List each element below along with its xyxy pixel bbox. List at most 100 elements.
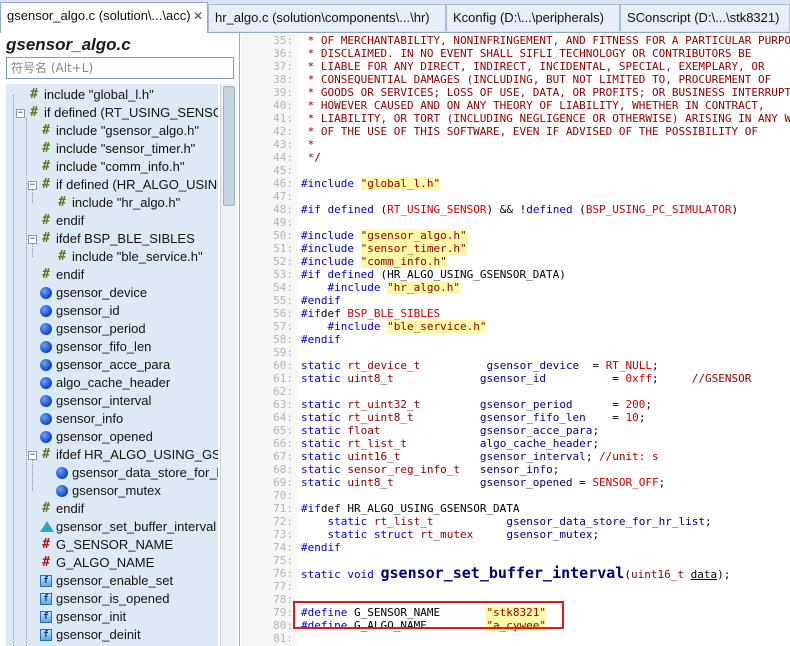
tab-kconfig[interactable]: Kconfig (D:\...\peripherals) [446,4,620,31]
outline-item[interactable]: gsensor_mutex [6,482,218,500]
outline-item-label: gsensor_opened [56,429,153,444]
outline-item[interactable]: − # if defined (HR_ALGO_USING_ [6,176,218,194]
tab-gsensor-algo[interactable]: gsensor_algo.c (solution\...\acc) ✕ [0,2,208,33]
outline-item[interactable]: # include "sensor_timer.h" [6,140,218,158]
outline-item-label: gsensor_init [56,609,127,624]
code-text: * GOODS OR SERVICES; LOSS OF USE, DATA, … [301,86,790,99]
outline-item[interactable]: gsensor_acce_para [6,356,218,374]
collapse-toggle-icon[interactable]: − [28,181,37,190]
outline-scrollbar[interactable] [220,84,237,646]
include-icon: # [58,195,66,210]
outline-item[interactable]: gsensor_fifo_len [6,338,218,356]
line-number: 54: [273,281,293,294]
symbol-panel: gsensor_algo.c 符号名 (Alt+L) # include "glo… [0,33,240,646]
line-number: 65: [273,424,293,437]
line-number: 49: [273,216,293,229]
line-number: 52: [273,255,293,268]
outline-item[interactable]: # endif [6,212,218,230]
line-number: 75: [273,554,293,567]
outline-item[interactable]: algo_cache_header [6,374,218,392]
outline-item[interactable]: gsensor_period [6,320,218,338]
code-line: 54: #include "hr_algo.h" [241,281,790,294]
symbol-outline: # include "global_l.h" − # if defined (RT_US… [6,84,218,646]
tab-label: SConscript (D:\...\stk8321) [627,10,780,25]
outline-item[interactable]: # G_ALGO_NAME [6,554,218,572]
collapse-toggle-icon[interactable]: − [28,235,37,244]
code-text: static uint8_t gsensor_opened = SENSOR_O… [301,476,666,489]
outline-item[interactable]: # include "gsensor_algo.h" [6,122,218,140]
code-text: * HOWEVER CAUSED AND ON ANY THEORY OF LI… [301,99,765,112]
outline-item[interactable]: f gsensor_enable_set [6,572,218,590]
code-line: 48: #if defined (RT_USING_SENSOR) && !def… [241,203,790,216]
line-number: 72: [273,515,293,528]
line-number: 41: [273,112,293,125]
outline-item[interactable]: # G_SENSOR_NAME [6,536,218,554]
code-text: #if defined (RT_USING_SENSOR) && !define… [301,203,739,216]
collapse-toggle-icon[interactable]: − [16,109,25,118]
outline-item[interactable]: # include "hr_algo.h" [6,194,218,212]
outline-item[interactable]: − # if defined (RT_USING_SENSOR) [6,104,218,122]
outline-item[interactable]: gsensor_set_buffer_interval [6,518,218,536]
function-icon: f [40,611,52,623]
code-text: static rt_device_t gsensor_device = RT_N… [301,359,659,372]
outline-item[interactable]: f gsensor_deinit [6,626,218,644]
code-line: 50: #include "gsensor_algo.h" [241,229,790,242]
outline-item-label: ifdef BSP_BLE_SIBLES [56,231,195,246]
outline-item[interactable]: sensor_info [6,410,218,428]
tab-sconscript[interactable]: SConscript (D:\...\stk8321) [620,4,790,31]
outline-item[interactable]: −# ifdef HR_ALGO_USING_GSEN [6,446,218,464]
code-text: static sensor_reg_info_t sensor_info; [301,463,560,476]
variable-icon [40,323,52,335]
outline-item[interactable]: # include "global_l.h" [6,86,218,104]
outline-item[interactable]: # endif [6,500,218,518]
variable-icon [40,395,52,407]
line-number: 66: [273,437,293,450]
outline-item[interactable]: gsensor_opened [6,428,218,446]
outline-item-label: endif [56,213,85,228]
outline-item[interactable]: gsensor_interval [6,392,218,410]
outline-item[interactable]: gsensor_data_store_for_hr [6,464,218,482]
define-icon: # [42,555,50,570]
outline-item-label: G_ALGO_NAME [56,555,155,570]
outline-item-label: endif [56,501,85,516]
code-line: 41: * LIABILITY, OR TORT (INCLUDING NEGL… [241,112,790,125]
outline-item[interactable]: gsensor_id [6,302,218,320]
symbol-search-input[interactable]: 符号名 (Alt+L) [6,57,234,79]
variable-icon [56,467,68,479]
tab-label: Kconfig (D:\...\peripherals) [453,10,605,25]
line-number: 51: [273,242,293,255]
outline-item[interactable]: # endif [6,266,218,284]
outline-item-label: gsensor_is_opened [56,591,170,606]
line-number: 57: [273,320,293,333]
code-text: #include "sensor_timer.h" [301,242,467,255]
outline-item[interactable]: − # ifdef BSP_BLE_SIBLES [6,230,218,248]
collapse-toggle-icon[interactable]: − [28,451,37,460]
outline-item[interactable]: f gsensor_init [6,608,218,626]
outline-item[interactable]: # include "comm_info.h" [6,158,218,176]
outline-item[interactable]: gsensor_device [6,284,218,302]
outline-item[interactable]: # include "ble_service.h" [6,248,218,266]
function-icon: f [40,629,52,641]
code-text: * LIABLE FOR ANY DIRECT, INDIRECT, INCID… [301,60,765,73]
line-number: 81: [273,632,293,645]
line-number: 56: [273,307,293,320]
symbol-tree: # include "global_l.h" − # if defined (RT_US… [6,84,218,646]
code-text: */ [301,151,321,164]
code-line: 44: */ [241,151,790,164]
line-number: 63: [273,398,293,411]
include-icon: # [42,501,50,516]
code-line: 62: [241,385,790,398]
line-number: 35: [273,34,293,47]
line-number: 37: [273,60,293,73]
outline-item[interactable]: f gsensor_is_opened [6,590,218,608]
line-number: 60: [273,359,293,372]
outline-item-label: include "global_l.h" [44,87,154,102]
line-number: 42: [273,125,293,138]
scrollbar-thumb[interactable] [223,86,235,206]
code-editor[interactable]: 35: * OF MERCHANTABILITY, NONINFRINGEMEN… [241,33,790,646]
close-icon[interactable]: ✕ [193,3,203,29]
line-number: 48: [273,203,293,216]
variable-icon [40,377,52,389]
line-number: 58: [273,333,293,346]
tab-hr-algo[interactable]: hr_algo.c (solution\components\...\hr) [208,4,446,31]
